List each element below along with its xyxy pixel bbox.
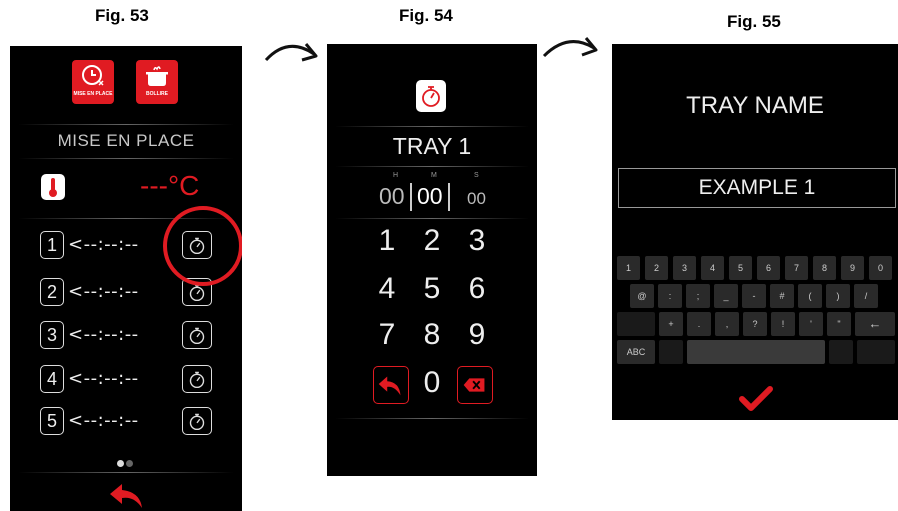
keyboard-key[interactable] [857, 340, 895, 364]
keyboard-key[interactable]: _ [714, 284, 738, 308]
backspace-icon [463, 378, 485, 392]
back-button[interactable] [373, 366, 409, 404]
keyboard-key[interactable]: - [742, 284, 766, 308]
keyboard-key[interactable]: , [715, 312, 739, 336]
keyboard-key[interactable]: 4 [701, 256, 724, 280]
tray-number[interactable]: 1 [40, 231, 64, 259]
keypad-key[interactable]: 6 [457, 272, 497, 306]
tray-row: 4 <--:--:-- [40, 365, 220, 395]
seconds-label: S [474, 172, 479, 179]
tray-number[interactable]: 4 [40, 365, 64, 393]
keyboard-key[interactable]: 5 [729, 256, 752, 280]
tray-time: <--:--:-- [68, 410, 139, 431]
keypad-key[interactable]: 1 [367, 224, 407, 258]
hours-value[interactable]: 00 [379, 183, 405, 210]
flow-arrow-icon [264, 43, 318, 62]
page-dot-active[interactable] [117, 460, 124, 467]
keyboard-key[interactable]: 6 [757, 256, 780, 280]
tray-row: 3 <--:--:-- [40, 321, 220, 351]
keyboard-key[interactable]: 1 [617, 256, 640, 280]
mise-en-place-mode-button[interactable]: MISE EN PLACE [72, 60, 114, 104]
tray-title: TRAY 1 [392, 133, 472, 159]
keyboard-key[interactable]: 3 [673, 256, 696, 280]
stopwatch-icon[interactable] [182, 365, 212, 393]
keyboard-key[interactable]: ? [743, 312, 767, 336]
stopwatch-icon[interactable] [182, 407, 212, 435]
figure-caption-53: Fig. 53 [95, 6, 149, 25]
keyboard-key[interactable]: @ [630, 284, 654, 308]
keyboard-key[interactable] [829, 340, 853, 364]
keypad-key[interactable]: 3 [457, 224, 497, 258]
minutes-label: M [431, 172, 437, 179]
keypad-key[interactable]: 8 [412, 318, 452, 352]
stopwatch-icon[interactable] [182, 321, 212, 349]
delete-button[interactable] [457, 366, 493, 404]
back-arrow-icon [378, 376, 401, 396]
figure-caption-55: Fig. 55 [727, 12, 781, 31]
tray-name-input[interactable]: EXAMPLE 1 [618, 168, 896, 208]
tray-time: <--:--:-- [68, 281, 139, 302]
bollire-mode-button[interactable]: BOLLIRE [136, 60, 178, 104]
keypad-key[interactable]: 4 [367, 272, 407, 306]
mise-en-place-screen: MISE EN PLACE BOLLIRE MISE EN PLACE ---°… [10, 46, 242, 511]
keyboard-key[interactable] [617, 312, 655, 336]
abc-key[interactable]: ABC [617, 340, 655, 364]
tray-number[interactable]: 2 [40, 278, 64, 306]
keyboard-key[interactable]: ; [686, 284, 710, 308]
keyboard-key[interactable]: 8 [813, 256, 836, 280]
keyboard-key[interactable]: ) [826, 284, 850, 308]
hours-label: H [393, 172, 399, 179]
keyboard-key[interactable]: ' [799, 312, 823, 336]
page-dot[interactable] [126, 460, 133, 467]
page-title: TRAY NAME [686, 92, 824, 119]
keyboard-key[interactable]: 9 [841, 256, 864, 280]
tray-number[interactable]: 3 [40, 321, 64, 349]
keypad-key[interactable]: 0 [412, 366, 452, 400]
minutes-value[interactable]: 00 [417, 183, 443, 210]
confirm-check-icon[interactable] [739, 385, 773, 413]
keyboard-key[interactable] [659, 340, 683, 364]
back-arrow-icon[interactable] [108, 480, 146, 510]
tray-time: <--:--:-- [68, 368, 139, 389]
keyboard-key[interactable]: ! [771, 312, 795, 336]
keyboard-key[interactable]: / [854, 284, 878, 308]
flow-arrow-icon [542, 37, 598, 58]
mode-label: BOLLIRE [146, 91, 168, 97]
space-key[interactable] [687, 340, 825, 364]
keyboard-key[interactable]: 7 [785, 256, 808, 280]
keypad-key[interactable]: 5 [412, 272, 452, 306]
keyboard-key[interactable]: . [687, 312, 711, 336]
stopwatch-icon [416, 80, 446, 112]
clock-icon [82, 65, 104, 86]
highlight-circle [163, 206, 242, 286]
keypad-key[interactable]: 7 [367, 318, 407, 352]
pot-icon [146, 66, 168, 86]
keyboard-key[interactable]: ( [798, 284, 822, 308]
seconds-value[interactable]: 00 [467, 189, 486, 209]
keyboard-key[interactable]: # [770, 284, 794, 308]
figure-caption-54: Fig. 54 [399, 6, 453, 25]
backspace-key[interactable]: ← [855, 312, 895, 336]
mode-label: MISE EN PLACE [73, 91, 113, 97]
temperature-readout: ---°C [140, 170, 200, 201]
keypad-key[interactable]: 2 [412, 224, 452, 258]
tray-number[interactable]: 5 [40, 407, 64, 435]
on-screen-keyboard: 1 2 3 4 5 6 7 8 9 0 @ : ; _ - # ( ) / + … [616, 254, 898, 369]
keyboard-key[interactable]: 2 [645, 256, 668, 280]
keyboard-key[interactable]: " [827, 312, 851, 336]
page-title: MISE EN PLACE [57, 131, 195, 150]
keypad-key[interactable]: 9 [457, 318, 497, 352]
keyboard-key[interactable]: : [658, 284, 682, 308]
tray-name-screen: TRAY NAME EXAMPLE 1 1 2 3 4 5 6 7 8 9 0 … [612, 44, 898, 420]
page-indicator[interactable] [116, 454, 134, 472]
tray-time: <--:--:-- [68, 234, 139, 255]
tray-row: 5 <--:--:-- [40, 407, 220, 437]
thermometer-icon [41, 174, 65, 200]
tray-timer-screen: TRAY 1 H M S 00 00 00 1 2 3 4 5 6 7 8 9 … [327, 44, 537, 476]
keyboard-key[interactable]: + [659, 312, 683, 336]
tray-time: <--:--:-- [68, 324, 139, 345]
keyboard-key[interactable]: 0 [869, 256, 892, 280]
